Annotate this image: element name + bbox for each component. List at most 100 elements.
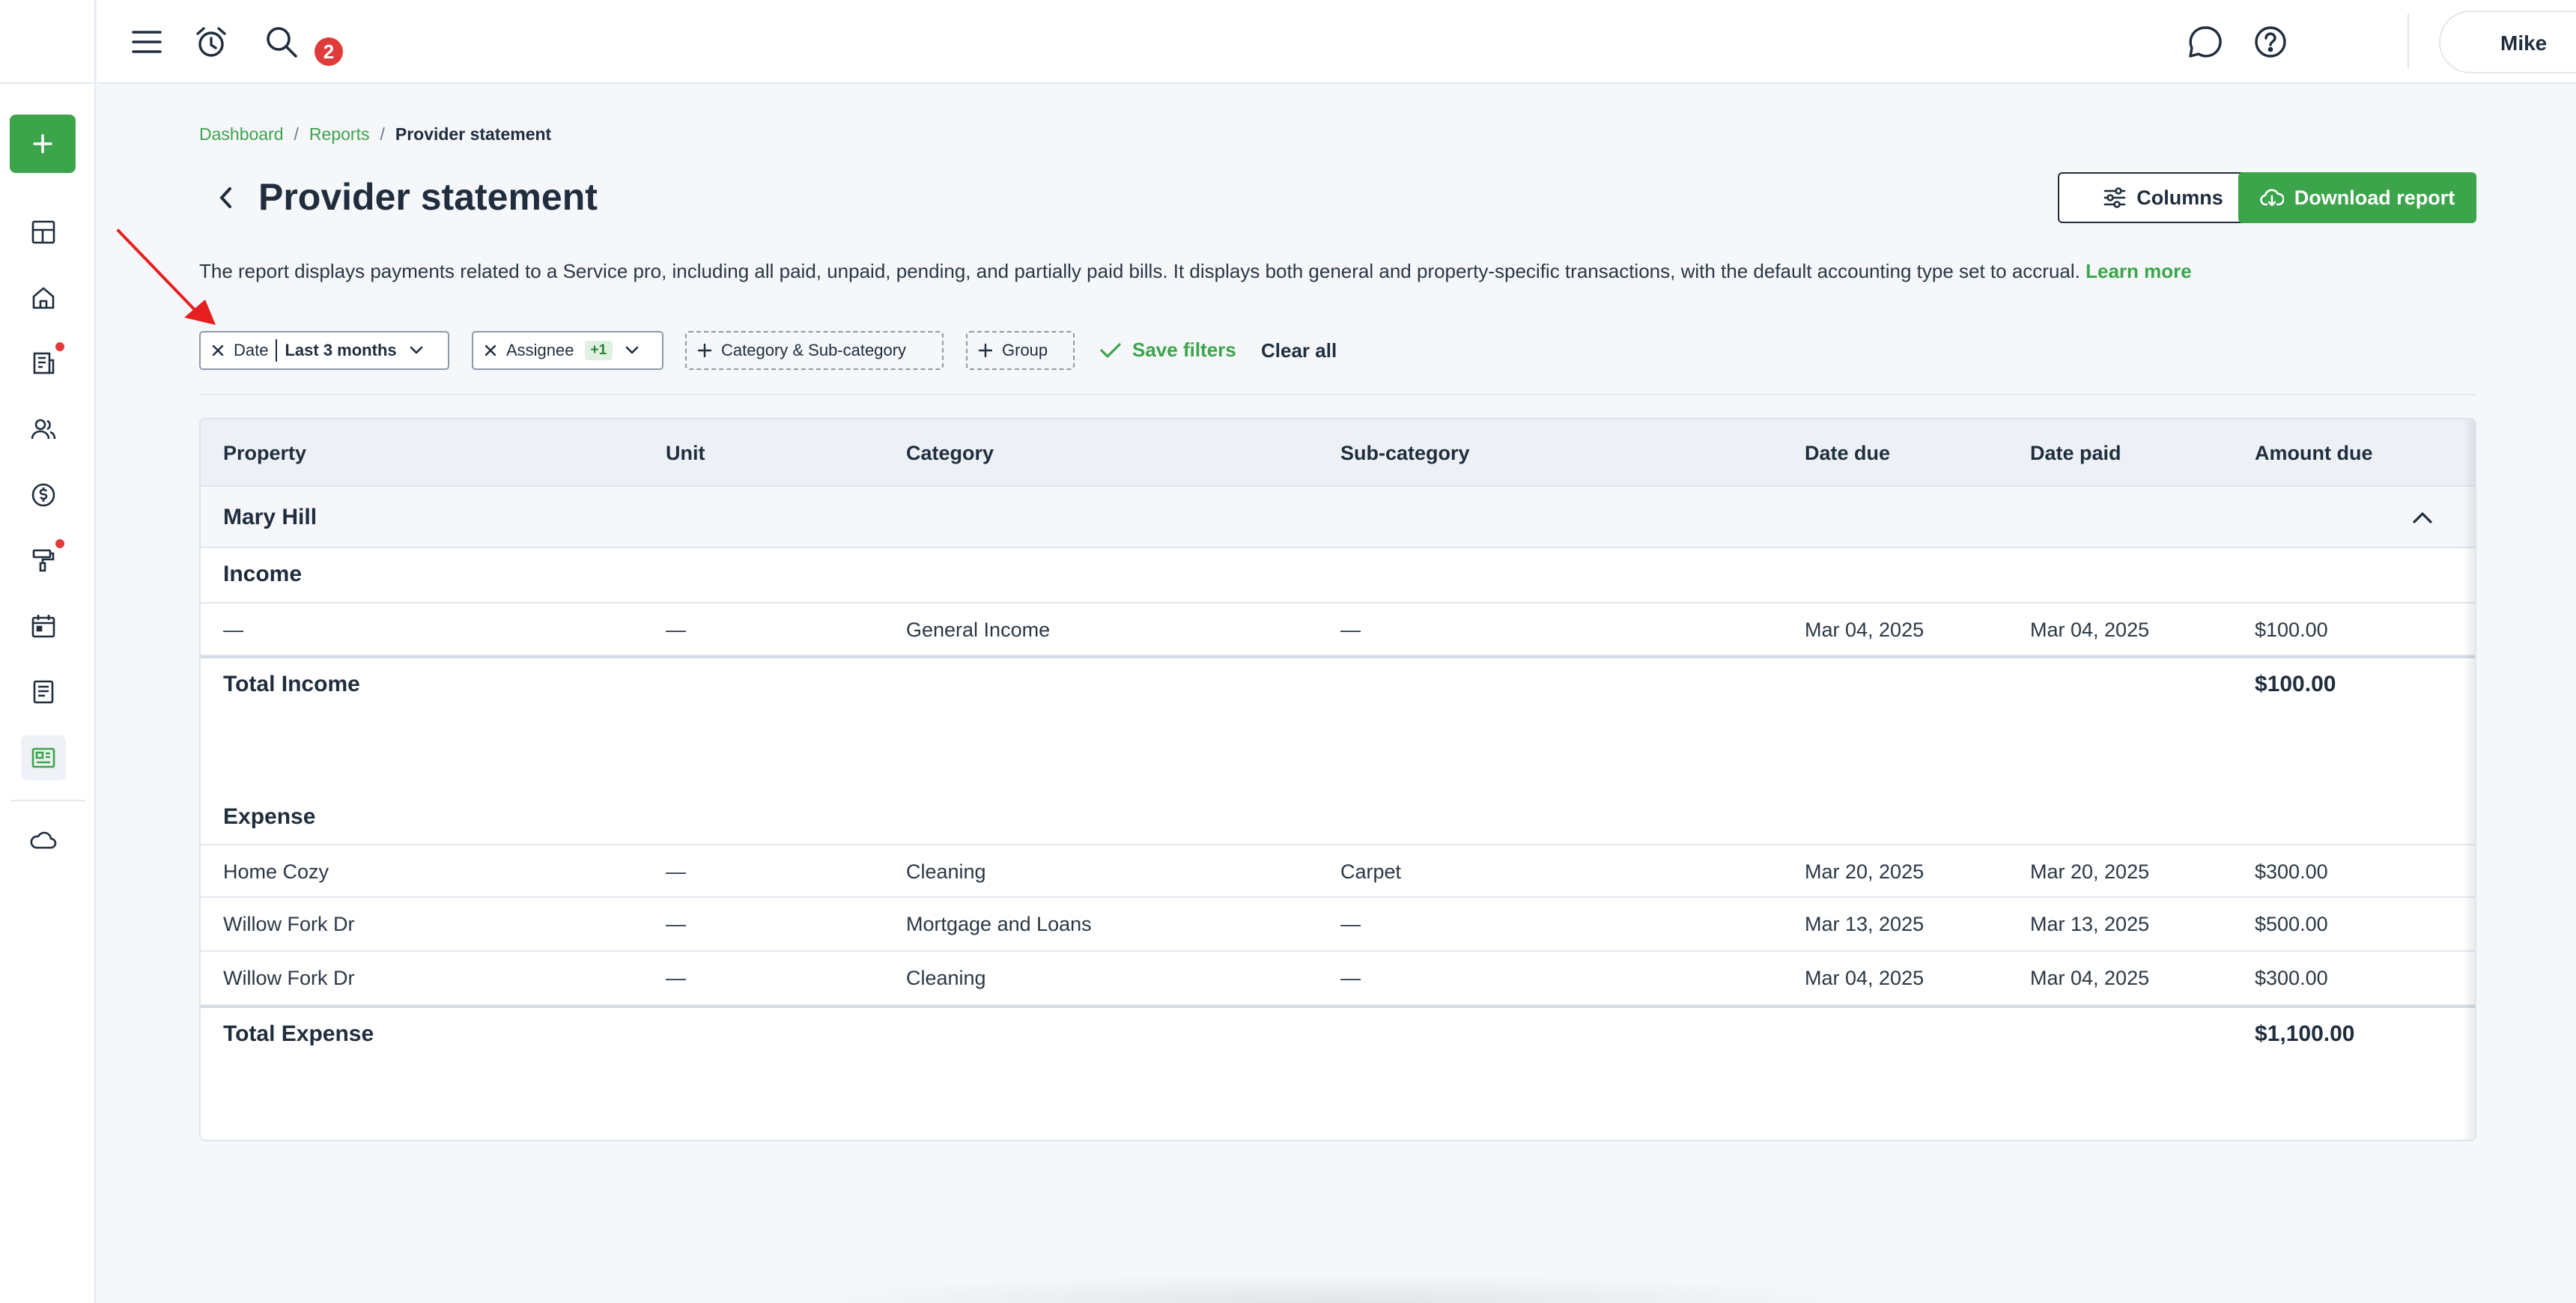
cell-category: Cleaning [906,860,986,883]
sidebar-item-properties[interactable] [21,276,66,321]
chat-button[interactable] [2184,21,2226,63]
sidebar-item-accounting[interactable] [21,473,66,517]
back-button[interactable] [211,183,241,213]
assignee-extra-count: +1 [584,341,613,360]
user-menu[interactable]: Mike [2439,10,2576,73]
cell-date-paid: Mar 04, 2025 [2030,967,2150,989]
sidebar-divider [10,800,85,801]
column-header-unit[interactable]: Unit [666,442,705,465]
save-filters-button[interactable]: Save filters [1099,338,1236,362]
close-icon [212,344,224,356]
breadcrumb-reports[interactable]: Reports [309,124,370,145]
column-header-date-due[interactable]: Date due [1805,442,1890,465]
cell-sub-category: — [1340,619,1361,641]
page-title: Provider statement [258,176,598,218]
group-add-button[interactable]: Group [966,331,1075,370]
notification-badge: 2 [315,37,343,66]
cell-unit: — [666,913,686,935]
document-icon [33,680,54,704]
sidebar-item-people[interactable] [21,407,66,452]
date-dropdown-toggle[interactable] [409,345,424,356]
chevron-down-icon [410,346,422,354]
users-icon [31,419,56,440]
plus-icon [697,343,712,358]
top-bar: 2 Mike [97,0,2576,84]
table-scroll-shadow [2463,419,2475,1140]
chip-separator [276,339,278,362]
menu-button[interactable] [127,22,166,61]
user-name: Mike [2500,31,2548,55]
cell-amount-due: $300.00 [2255,967,2328,989]
download-button-label: Download report [2294,186,2455,209]
breadcrumb-dashboard[interactable]: Dashboard [199,124,284,145]
cell-sub-category: — [1340,913,1361,935]
column-header-amount-due[interactable]: Amount due [2255,442,2372,465]
sidebar-item-leasing[interactable] [21,341,66,386]
cell-unit: — [666,860,686,883]
hamburger-icon [132,31,162,53]
sidebar-item-maintenance[interactable] [21,538,66,583]
sidebar-item-documents[interactable] [21,669,66,714]
group-row[interactable]: Mary Hill [201,487,2475,548]
columns-button[interactable]: Columns [2058,172,2269,223]
left-sidebar [0,0,96,1303]
add-new-button[interactable] [10,115,76,173]
breadcrumb: Dashboard / Reports / Provider statement [199,124,551,145]
download-report-button[interactable]: Download report [2238,172,2476,223]
sidebar-item-reports[interactable] [21,735,66,780]
date-filter-chip[interactable]: Date Last 3 months [199,331,449,370]
cell-amount-due: $300.00 [2255,860,2328,883]
filter-divider [199,394,2476,395]
help-button[interactable] [2250,21,2291,63]
description-text: The report displays payments related to … [199,260,2080,282]
cell-date-due: Mar 04, 2025 [1805,967,1925,989]
collapse-group-button[interactable] [2408,505,2437,530]
alerts-button[interactable] [190,21,232,63]
paint-roller-icon [32,549,55,572]
table-row[interactable]: Home Cozy — Cleaning Carpet Mar 20, 2025… [201,844,2475,898]
topbar-separator [2408,13,2409,69]
group-label: Group [1002,341,1048,359]
table-row[interactable]: — — General Income — Mar 04, 2025 Mar 04… [201,602,2475,656]
table-header: Property Unit Category Sub-category Date… [201,419,2475,487]
alarm-clock-icon [196,27,226,57]
remove-assignee-filter-button[interactable] [484,344,497,357]
sidebar-item-calendar[interactable] [21,604,66,649]
total-income-row: Total Income $100.00 [201,656,2475,711]
expense-section-title: Expense [223,804,316,829]
breadcrumb-current: Provider statement [395,124,552,144]
assignee-filter-chip[interactable]: Assignee +1 [472,331,663,370]
date-filter-label: Date [234,341,269,359]
table-row[interactable]: Willow Fork Dr — Cleaning — Mar 04, 2025… [201,952,2475,1006]
cell-date-paid: Mar 20, 2025 [2030,860,2150,883]
column-header-property[interactable]: Property [223,442,306,465]
cell-property: — [223,619,243,641]
save-filters-label: Save filters [1132,338,1236,361]
column-header-sub-category[interactable]: Sub-category [1340,442,1470,465]
table-row[interactable]: Willow Fork Dr — Mortgage and Loans — Ma… [201,898,2475,952]
assignee-dropdown-toggle[interactable] [625,345,640,356]
total-expense-amount: $1,100.00 [2255,1021,2355,1046]
cell-unit: — [666,967,686,989]
remove-date-filter-button[interactable] [211,344,225,357]
sidebar-item-dashboard[interactable] [21,210,66,255]
close-icon [484,344,496,356]
cell-date-due: Mar 13, 2025 [1805,913,1925,935]
date-filter-value: Last 3 months [285,341,397,359]
clear-all-button[interactable]: Clear all [1261,339,1337,362]
question-circle-icon [2255,26,2286,58]
column-header-date-paid[interactable]: Date paid [2030,442,2121,465]
search-button[interactable] [261,21,303,63]
cell-amount-due: $100.00 [2255,619,2328,641]
category-filter-add-button[interactable]: Category & Sub-category [685,331,944,370]
cloud-download-icon [2259,189,2284,207]
total-income-label: Total Income [223,672,360,696]
column-header-category[interactable]: Category [906,442,994,465]
cell-category: General Income [906,619,1051,641]
report-table: Property Unit Category Sub-category Date… [199,418,2476,1141]
building-document-icon [33,352,55,374]
chevron-down-icon [625,346,639,354]
learn-more-link[interactable]: Learn more [2086,260,2192,282]
sidebar-item-cloud[interactable] [21,818,66,863]
cell-category: Cleaning [906,967,986,989]
